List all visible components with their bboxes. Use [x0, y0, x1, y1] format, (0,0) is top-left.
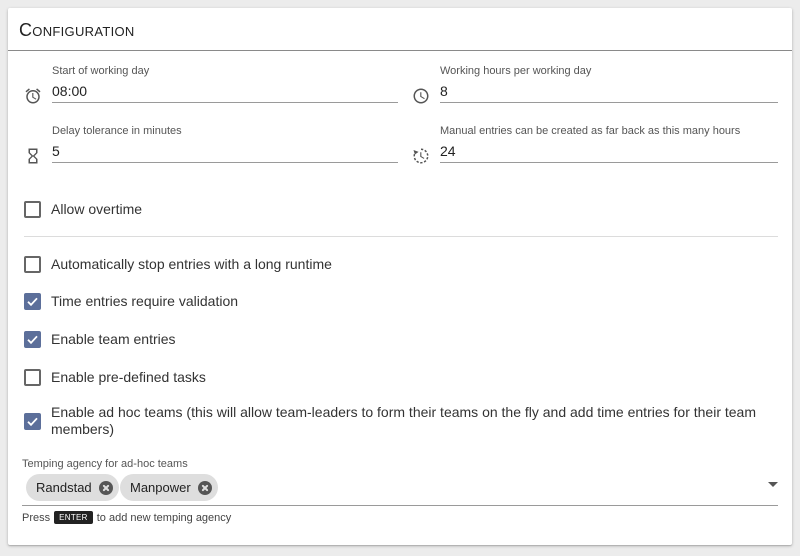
history-clock-icon	[412, 147, 430, 165]
chip-label: Manpower	[130, 480, 191, 495]
chip-randstad[interactable]: Randstad	[26, 474, 119, 501]
enter-key-badge: ENTER	[54, 511, 93, 524]
dropdown-arrow-icon[interactable]	[768, 482, 778, 487]
adhoc-teams-label: Enable ad hoc teams (this will allow tea…	[51, 404, 756, 437]
allow-overtime-row[interactable]: Allow overtime	[24, 201, 142, 218]
predefined-tasks-row[interactable]: Enable pre-defined tasks	[24, 369, 206, 386]
remove-chip-icon[interactable]	[197, 480, 212, 495]
require-validation-label: Time entries require validation	[51, 293, 239, 309]
delay-tolerance-input[interactable]	[52, 140, 398, 163]
start-of-working-day-field: Start of working day	[24, 65, 398, 105]
working-hours-field: Working hours per working day	[412, 65, 778, 105]
card-header: Configuration	[8, 8, 792, 51]
temping-agency-label: Temping agency for ad-hoc teams	[22, 458, 188, 470]
working-hours-label: Working hours per working day	[440, 65, 592, 77]
team-entries-checkbox[interactable]	[24, 331, 41, 348]
adhoc-teams-checkbox[interactable]	[24, 412, 41, 430]
check-icon	[27, 297, 38, 307]
temping-agency-hint: Press ENTER to add new temping agency	[22, 511, 231, 524]
delay-tolerance-field: Delay tolerance in minutes	[24, 125, 398, 165]
hint-text-before: Press	[22, 511, 51, 524]
require-validation-row[interactable]: Time entries require validation	[24, 293, 238, 310]
chip-label: Randstad	[36, 480, 92, 495]
manual-entries-field: Manual entries can be created as far bac…	[412, 125, 778, 165]
configuration-card: Configuration Start of working day Worki…	[8, 8, 792, 545]
require-validation-checkbox[interactable]	[24, 293, 41, 310]
page-title: Configuration	[19, 20, 135, 40]
check-icon	[27, 417, 38, 426]
start-of-working-day-input[interactable]	[52, 80, 398, 103]
allow-overtime-checkbox[interactable]	[24, 201, 41, 218]
auto-stop-label: Automatically stop entries with a long r…	[51, 256, 332, 272]
team-entries-label: Enable team entries	[51, 331, 176, 347]
manual-entries-label: Manual entries can be created as far bac…	[440, 125, 741, 137]
predefined-tasks-checkbox[interactable]	[24, 369, 41, 386]
temping-agency-input[interactable]: Randstad Manpower	[22, 472, 778, 506]
manual-entries-input[interactable]	[440, 140, 778, 163]
clock-icon	[412, 87, 430, 105]
working-hours-input[interactable]	[440, 80, 778, 103]
chip-manpower[interactable]: Manpower	[120, 474, 218, 501]
alarm-clock-icon	[24, 87, 42, 105]
adhoc-teams-row[interactable]: Enable ad hoc teams (this will allow tea…	[24, 404, 764, 438]
predefined-tasks-label: Enable pre-defined tasks	[51, 369, 206, 385]
auto-stop-row[interactable]: Automatically stop entries with a long r…	[24, 256, 332, 273]
divider	[24, 236, 778, 237]
delay-tolerance-label: Delay tolerance in minutes	[52, 125, 182, 137]
auto-stop-checkbox[interactable]	[24, 256, 41, 273]
remove-chip-icon[interactable]	[98, 480, 113, 495]
hint-text-after: to add new temping agency	[96, 511, 232, 524]
allow-overtime-label: Allow overtime	[51, 201, 143, 217]
hourglass-icon	[24, 147, 42, 165]
start-of-working-day-label: Start of working day	[52, 65, 150, 77]
team-entries-row[interactable]: Enable team entries	[24, 331, 176, 348]
check-icon	[27, 335, 38, 345]
